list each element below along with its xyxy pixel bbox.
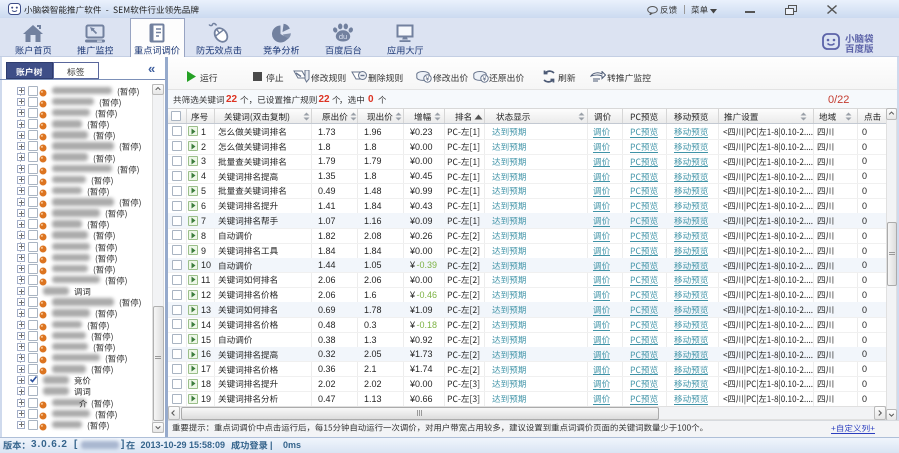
svg-text:du: du bbox=[339, 32, 347, 41]
svg-text:¥: ¥ bbox=[483, 76, 487, 83]
svg-text:¥: ¥ bbox=[426, 76, 430, 83]
